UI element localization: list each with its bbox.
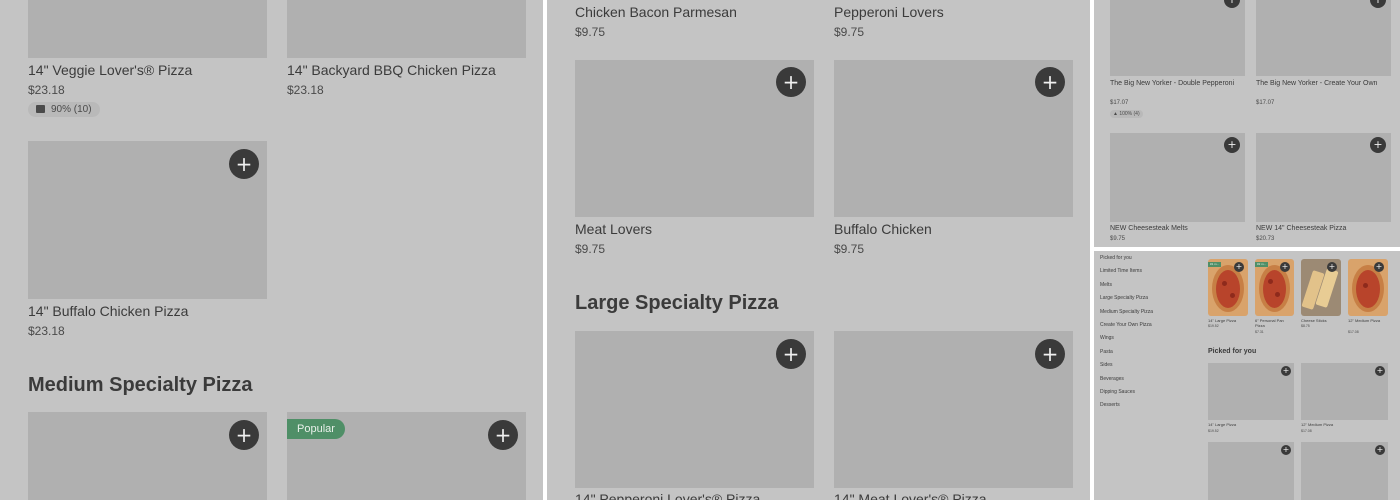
nav-item[interactable]: Sides	[1100, 362, 1113, 368]
add-item-button[interactable]: +	[1035, 339, 1065, 369]
section-title: Large Specialty Pizza	[575, 292, 779, 314]
item-price: $7.31	[1255, 330, 1264, 334]
add-item-button[interactable]: +	[1224, 137, 1240, 153]
item-price: $19.52	[1208, 324, 1219, 328]
item-name[interactable]: 12" Medium Pizza	[1301, 422, 1333, 427]
item-price: $8.75	[1301, 324, 1310, 328]
nav-item[interactable]: Limited Time Items	[1100, 268, 1142, 274]
item-name[interactable]: 14" Veggie Lover's® Pizza	[28, 62, 192, 78]
add-item-button[interactable]: +	[1281, 445, 1291, 455]
item-name[interactable]: Meat Lovers	[575, 221, 652, 237]
item-name[interactable]: Pepperoni Lovers	[834, 4, 944, 20]
section-title: Picked for you	[1208, 348, 1257, 355]
add-item-button[interactable]: +	[1280, 262, 1290, 272]
rating-badge: 90% (10)	[28, 102, 100, 117]
item-price: $9.75	[834, 25, 865, 39]
item-price: $9.75	[834, 242, 865, 256]
add-item-button[interactable]: +	[776, 339, 806, 369]
nav-item[interactable]: Pasta	[1100, 349, 1113, 355]
item-name[interactable]: 14" Pepperoni Lover's® Pizza	[575, 491, 760, 500]
rating-badge: ▲ 100% (4)	[1110, 110, 1143, 118]
nav-item[interactable]: Desserts	[1100, 402, 1120, 408]
menu-panel-4: Picked for you Limited Time Items Melts …	[1094, 251, 1400, 500]
rank-badge: #2 m...	[1255, 262, 1269, 267]
thumbs-up-icon	[36, 105, 45, 113]
add-item-button[interactable]: +	[1035, 67, 1065, 97]
add-item-button[interactable]: +	[776, 67, 806, 97]
item-name[interactable]: NEW Cheesesteak Melts	[1110, 224, 1245, 233]
item-price: $17.08	[1301, 429, 1312, 433]
add-item-button[interactable]: +	[1370, 137, 1386, 153]
nav-item[interactable]: Beverages	[1100, 376, 1124, 382]
nav-item[interactable]: Melts	[1100, 282, 1112, 288]
item-name[interactable]: The Big New Yorker - Create Your Own	[1256, 79, 1391, 88]
item-name[interactable]: NEW 14" Cheesesteak Pizza	[1256, 224, 1391, 233]
item-price: $17.07	[1110, 100, 1129, 106]
add-item-button[interactable]: +	[1327, 262, 1337, 272]
item-name[interactable]: Cheese Sticks	[1301, 318, 1341, 323]
nav-item[interactable]: Medium Specialty Pizza	[1100, 309, 1153, 315]
rating-text: 90% (10)	[51, 104, 92, 115]
add-item-button[interactable]: +	[1375, 445, 1385, 455]
popular-badge: Popular	[287, 419, 345, 439]
add-item-button[interactable]: +	[1374, 262, 1384, 272]
item-name[interactable]: 14" Large Pizza	[1208, 318, 1248, 323]
item-price: $20.73	[1256, 236, 1275, 242]
item-price: $23.18	[287, 83, 324, 97]
nav-item[interactable]: Dipping Sauces	[1100, 389, 1135, 395]
item-price: $17.07	[1256, 100, 1275, 106]
menu-panel-3: + + The Big New Yorker - Double Pepperon…	[1094, 0, 1400, 247]
item-name[interactable]: 12" Medium Pizza	[1348, 318, 1388, 323]
item-price: $19.52	[1208, 429, 1219, 433]
rank-badge: #1 m...	[1208, 262, 1222, 267]
menu-panel-2: Chicken Bacon Parmesan $9.75 Pepperoni L…	[547, 0, 1090, 500]
nav-item[interactable]: Wings	[1100, 335, 1114, 341]
item-name[interactable]: 14" Meat Lover's® Pizza	[834, 491, 987, 500]
nav-item[interactable]: Create Your Own Pizza	[1100, 322, 1152, 328]
nav-item[interactable]: Picked for you	[1100, 255, 1132, 261]
item-image[interactable]	[28, 0, 267, 58]
item-name[interactable]: Chicken Bacon Parmesan	[575, 4, 737, 20]
item-price: $17.08	[1348, 330, 1359, 334]
add-item-button[interactable]: +	[488, 420, 518, 450]
item-image[interactable]	[1256, 0, 1391, 76]
item-price: $23.18	[28, 83, 65, 97]
item-price: $23.18	[28, 324, 65, 338]
add-item-button[interactable]: +	[229, 420, 259, 450]
menu-panel-1: 14" Veggie Lover's® Pizza $23.18 90% (10…	[0, 0, 543, 500]
add-item-button[interactable]: +	[1281, 366, 1291, 376]
item-price: $9.75	[1110, 236, 1126, 242]
item-image[interactable]	[287, 0, 526, 58]
add-item-button[interactable]: +	[229, 149, 259, 179]
item-price: $9.75	[575, 25, 606, 39]
item-name[interactable]: Buffalo Chicken	[834, 221, 932, 237]
rating-text: 100% (4)	[1119, 111, 1140, 117]
section-title: Medium Specialty Pizza	[28, 374, 253, 396]
add-item-button[interactable]: +	[1375, 366, 1385, 376]
nav-item[interactable]: Large Specialty Pizza	[1100, 295, 1148, 301]
add-item-button[interactable]: +	[1234, 262, 1244, 272]
item-name[interactable]: The Big New Yorker - Double Pepperoni	[1110, 79, 1240, 88]
item-name[interactable]: 6" Personal Pan Pizza	[1255, 318, 1294, 328]
item-name[interactable]: 14" Large Pizza	[1208, 422, 1236, 427]
item-image[interactable]	[1110, 0, 1245, 76]
item-price: $9.75	[575, 242, 606, 256]
item-name[interactable]: 14" Buffalo Chicken Pizza	[28, 303, 188, 319]
item-name[interactable]: 14" Backyard BBQ Chicken Pizza	[287, 62, 496, 78]
